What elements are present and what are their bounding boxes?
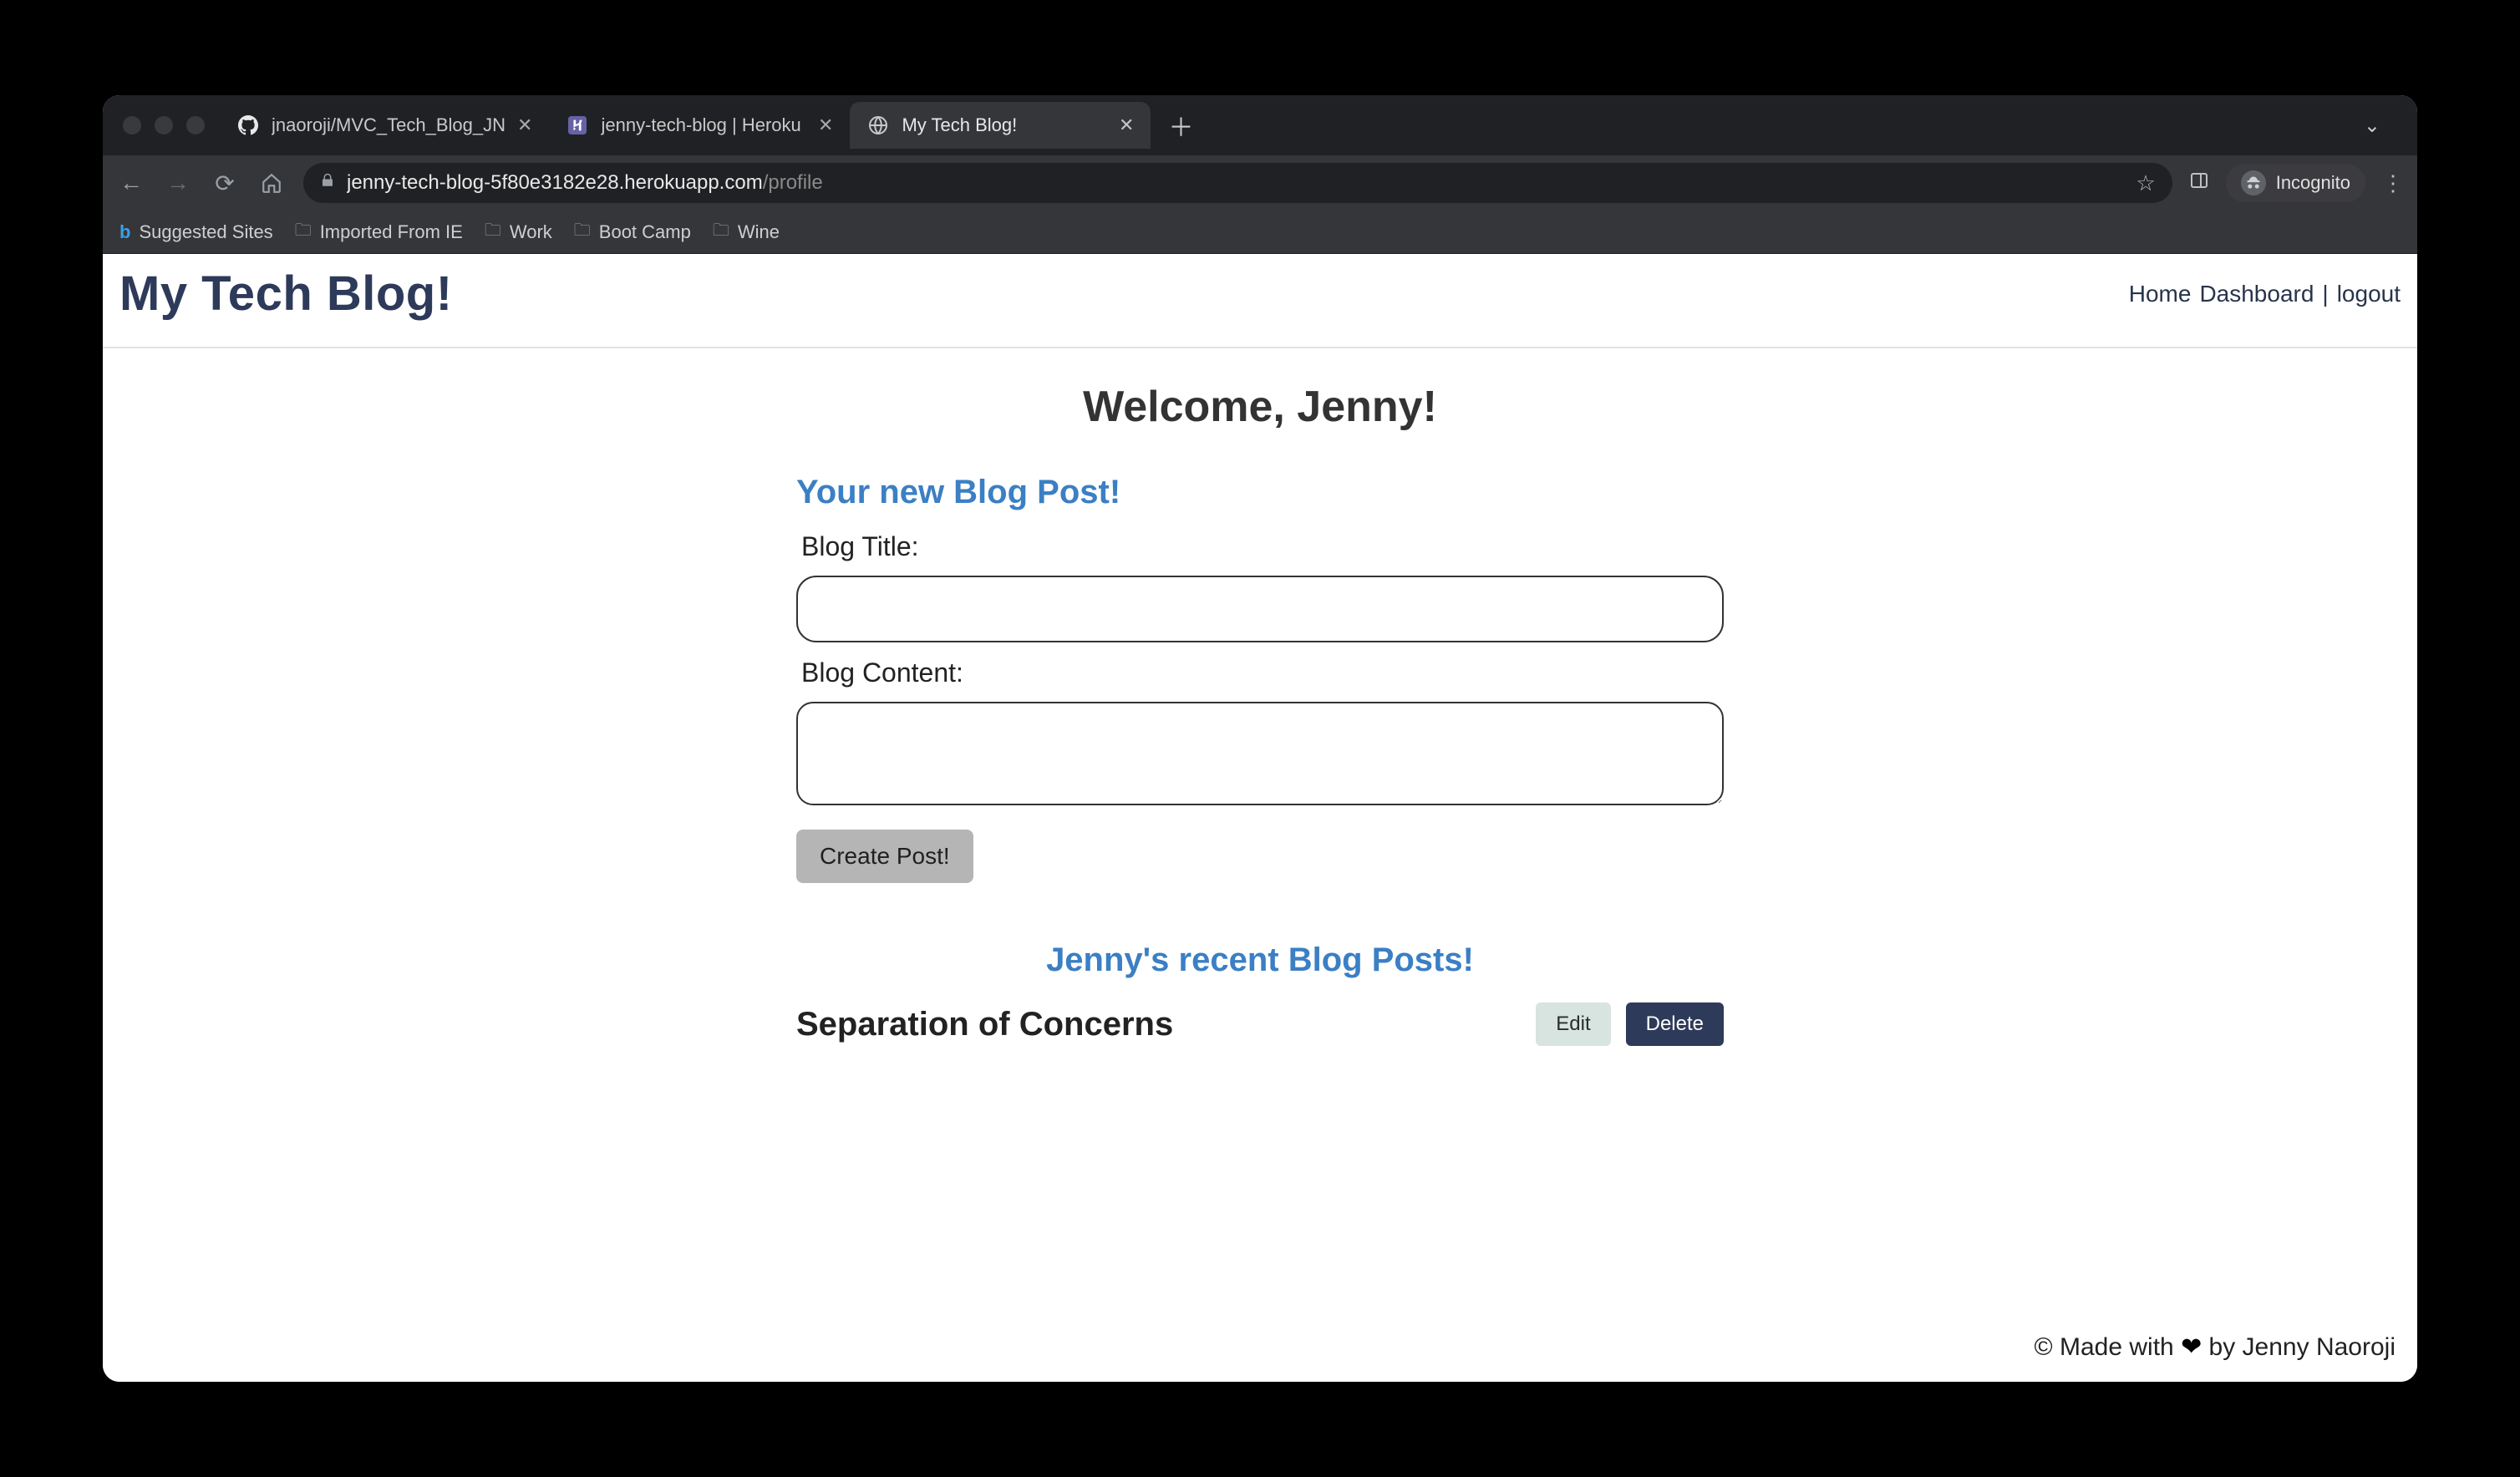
incognito-icon: [2241, 170, 2266, 195]
bookmarks-bar: b Suggested Sites 🗀 Imported From IE 🗀 W…: [103, 211, 2417, 254]
folder-icon: 🗀: [295, 218, 312, 246]
bing-icon: b: [119, 221, 130, 243]
incognito-badge[interactable]: Incognito: [2226, 164, 2365, 202]
blog-title-input[interactable]: [796, 576, 1724, 642]
bookmark-wine[interactable]: 🗀 Wine: [713, 218, 780, 246]
tab-strip: jnaoroji/MVC_Tech_Blog_JN ✕ jenny-tech-b…: [103, 95, 2417, 155]
close-icon[interactable]: ✕: [818, 114, 833, 136]
page-content: My Tech Blog! Home Dashboard | logout We…: [103, 254, 2417, 1382]
bookmark-boot-camp[interactable]: 🗀 Boot Camp: [574, 218, 691, 246]
tab-tech-blog[interactable]: My Tech Blog! ✕: [850, 102, 1151, 149]
new-tab-button[interactable]: ＋: [1161, 105, 1201, 145]
heart-icon: ❤: [2181, 1333, 2202, 1361]
bookmark-label: Boot Camp: [599, 221, 691, 243]
site-footer: © Made with ❤ by Jenny Naoroji: [103, 1312, 2417, 1382]
address-bar[interactable]: jenny-tech-blog-5f80e3182e28.herokuapp.c…: [303, 163, 2172, 203]
folder-icon: 🗀: [713, 218, 729, 246]
create-post-button[interactable]: Create Post!: [796, 830, 973, 883]
main: Welcome, Jenny! Your new Blog Post! Blog…: [796, 382, 1724, 1046]
folder-icon: 🗀: [485, 218, 501, 246]
window-zoom-icon[interactable]: [186, 116, 205, 135]
browser-toolbar: ← → ⟳ jenny-tech-blog-5f80e3182e28.herok…: [103, 155, 2417, 211]
back-button[interactable]: ←: [116, 168, 146, 198]
nav-logout-link[interactable]: logout: [2337, 281, 2401, 307]
more-menu-icon[interactable]: ⋮: [2382, 170, 2404, 196]
footer-prefix: © Made with: [2035, 1333, 2182, 1361]
edit-post-button[interactable]: Edit: [1536, 1002, 1610, 1046]
folder-icon: 🗀: [574, 218, 591, 246]
tab-heroku[interactable]: jenny-tech-blog | Heroku ✕: [549, 102, 850, 149]
tab-github[interactable]: jnaoroji/MVC_Tech_Blog_JN ✕: [220, 102, 549, 149]
post-row: Separation of Concerns Edit Delete: [796, 1002, 1724, 1046]
globe-icon: [866, 114, 890, 137]
tab-title: jnaoroji/MVC_Tech_Blog_JN: [272, 114, 506, 136]
site-nav: Home Dashboard | logout: [2129, 281, 2401, 307]
blog-title-label: Blog Title:: [801, 531, 1724, 562]
site-title: My Tech Blog!: [119, 266, 453, 322]
lock-icon: [320, 173, 335, 193]
bookmark-suggested-sites[interactable]: b Suggested Sites: [119, 221, 273, 243]
bookmark-work[interactable]: 🗀 Work: [485, 218, 552, 246]
site-header: My Tech Blog! Home Dashboard | logout: [103, 254, 2417, 348]
chevron-down-icon[interactable]: ⌄: [2354, 114, 2390, 138]
new-post-heading: Your new Blog Post!: [796, 474, 1724, 511]
heroku-icon: [566, 114, 589, 137]
forward-button[interactable]: →: [163, 168, 193, 198]
url-text: jenny-tech-blog-5f80e3182e28.herokuapp.c…: [347, 171, 2124, 195]
window-close-icon[interactable]: [123, 116, 141, 135]
side-panel-icon[interactable]: [2189, 170, 2209, 196]
recent-posts-heading: Jenny's recent Blog Posts!: [796, 942, 1724, 979]
bookmark-imported-from-ie[interactable]: 🗀 Imported From IE: [295, 218, 463, 246]
welcome-heading: Welcome, Jenny!: [796, 382, 1724, 432]
nav-dashboard-link[interactable]: Dashboard: [2199, 281, 2314, 307]
blog-content-label: Blog Content:: [801, 657, 1724, 688]
bookmark-label: Suggested Sites: [139, 221, 272, 243]
reload-button[interactable]: ⟳: [210, 168, 240, 198]
bookmark-star-icon[interactable]: ☆: [2136, 170, 2155, 196]
incognito-label: Incognito: [2276, 172, 2350, 194]
blog-content-input[interactable]: [796, 702, 1724, 805]
tab-title: jenny-tech-blog | Heroku: [601, 114, 806, 136]
bookmark-label: Imported From IE: [320, 221, 463, 243]
window-minimize-icon[interactable]: [155, 116, 173, 135]
post-title: Separation of Concerns: [796, 1006, 1521, 1043]
home-button[interactable]: [257, 168, 287, 198]
nav-home-link[interactable]: Home: [2129, 281, 2192, 307]
bookmark-label: Work: [510, 221, 552, 243]
close-icon[interactable]: ✕: [517, 114, 532, 136]
nav-separator: |: [2322, 281, 2328, 307]
tab-title: My Tech Blog!: [902, 114, 1107, 136]
footer-suffix: by Jenny Naoroji: [2202, 1333, 2396, 1361]
toolbar-right: Incognito ⋮: [2189, 164, 2404, 202]
bookmark-label: Wine: [738, 221, 780, 243]
github-icon: [236, 114, 260, 137]
delete-post-button[interactable]: Delete: [1626, 1002, 1724, 1046]
tab-strip-right: ⌄: [2354, 114, 2407, 138]
close-icon[interactable]: ✕: [1119, 114, 1134, 136]
browser-window: jnaoroji/MVC_Tech_Blog_JN ✕ jenny-tech-b…: [103, 95, 2417, 1382]
window-controls: [113, 116, 220, 135]
